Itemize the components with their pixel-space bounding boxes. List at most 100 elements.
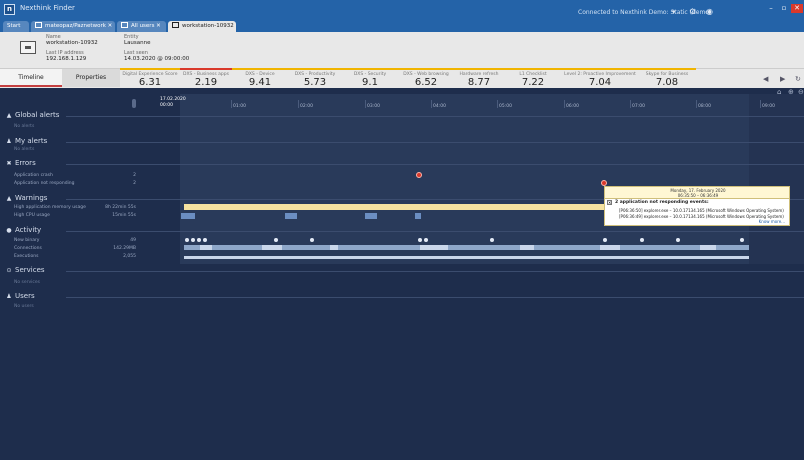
- binary-event-dot[interactable]: [310, 238, 314, 242]
- hour-label: 05:00: [499, 104, 512, 109]
- connection-dropdown-icon[interactable]: ▾: [672, 8, 676, 16]
- device-ip: 192.168.1.129: [46, 56, 87, 62]
- tab-workstation[interactable]: workstation-10932 ✕: [168, 21, 236, 32]
- binary-event-dot[interactable]: [418, 238, 422, 242]
- hour-label: 06:00: [566, 104, 579, 109]
- activity-row-label[interactable]: Executions: [14, 254, 38, 259]
- executions-bar[interactable]: [184, 256, 749, 259]
- users-empty: No users: [14, 304, 34, 309]
- score-skype[interactable]: Skype for Business 7.08: [638, 68, 696, 88]
- connections-segment: [600, 245, 620, 250]
- connections-segment: [420, 245, 448, 250]
- maximize-button[interactable]: ▫: [778, 4, 790, 13]
- collapse-icon[interactable]: ✕: [607, 200, 612, 205]
- section-global-alerts[interactable]: ▲ Global alerts: [5, 111, 60, 119]
- section-services[interactable]: ⊙ Services: [5, 266, 44, 274]
- binary-event-dot[interactable]: [640, 238, 644, 242]
- binary-event-dot[interactable]: [191, 238, 195, 242]
- hour-tick: [431, 100, 432, 108]
- binary-event-dot[interactable]: [740, 238, 744, 242]
- binary-event-dot[interactable]: [274, 238, 278, 242]
- section-warnings[interactable]: ▲ Warnings: [5, 194, 48, 202]
- settings-icon[interactable]: ⚙: [689, 7, 696, 16]
- minimize-button[interactable]: –: [765, 4, 777, 13]
- section-activity[interactable]: ● Activity: [5, 226, 41, 234]
- home-icon[interactable]: ⌂: [777, 88, 781, 96]
- binary-event-dot[interactable]: [424, 238, 428, 242]
- tab-timeline[interactable]: Timeline: [0, 69, 62, 87]
- score-business-apps[interactable]: DXS - Business apps 2.19: [180, 68, 232, 88]
- services-icon: ⊙: [6, 267, 12, 274]
- section-divider: [66, 231, 804, 232]
- cpu-usage-block[interactable]: [415, 213, 421, 219]
- score-productivity[interactable]: DXS - Productivity 5.73: [288, 68, 342, 88]
- scroll-left-icon[interactable]: ◀: [763, 75, 768, 83]
- warning-row-label[interactable]: High CPU usage: [14, 213, 50, 218]
- zoom-in-icon[interactable]: ⊕: [788, 88, 794, 96]
- help-icon[interactable]: ◉: [706, 7, 713, 16]
- connections-segment: [262, 245, 282, 250]
- binary-event-dot[interactable]: [603, 238, 607, 242]
- activity-row-label[interactable]: Connections: [14, 246, 42, 251]
- crash-event-marker[interactable]: [416, 172, 422, 178]
- warning-row-value: 8h 22min 55s: [105, 205, 136, 210]
- section-errors[interactable]: ✖ Errors: [5, 159, 35, 167]
- section-users[interactable]: ♟ Users: [5, 292, 34, 300]
- hour-tick: [564, 100, 565, 108]
- timeline-future: [749, 94, 804, 264]
- section-divider: [66, 297, 804, 298]
- cpu-usage-block[interactable]: [365, 213, 377, 219]
- nexthink-logo-icon: n: [4, 4, 15, 15]
- tab-properties[interactable]: Properties: [62, 69, 120, 87]
- score-security[interactable]: DXS - Security 9.1: [342, 68, 398, 88]
- hour-tick: [365, 100, 366, 108]
- know-more-link[interactable]: Know more...: [759, 219, 785, 224]
- workstation-icon: [20, 41, 36, 54]
- section-divider: [66, 271, 804, 272]
- warning-row-value: 15min 55s: [112, 213, 136, 218]
- score-hardware-refresh[interactable]: Hardware refresh 8.77: [454, 68, 504, 88]
- services-empty: No services: [14, 280, 41, 285]
- tab-mateopaz[interactable]: mateopaz/Paznetwork ✕: [31, 21, 115, 32]
- error-row-label[interactable]: Application crash: [14, 173, 53, 178]
- zoom-out-icon[interactable]: ⊖: [798, 88, 804, 96]
- cpu-usage-block[interactable]: [181, 213, 195, 219]
- score-device[interactable]: DXS - Device 9.41: [232, 68, 288, 88]
- hour-label: 09:00: [762, 104, 775, 109]
- binary-event-dot[interactable]: [197, 238, 201, 242]
- device-info-bar: [0, 32, 804, 68]
- score-proactive-improvement[interactable]: Level 2: Proactive Improvement 7.04: [562, 68, 638, 88]
- scroll-right-icon[interactable]: ▶: [780, 75, 785, 83]
- score-web-browsing[interactable]: DXS - Web browsing 6.52: [398, 68, 454, 88]
- refresh-icon[interactable]: ↻: [795, 75, 801, 83]
- activity-row-label[interactable]: New binary: [14, 238, 39, 243]
- hour-tick: [298, 100, 299, 108]
- hour-tick: [760, 100, 761, 108]
- binary-event-dot[interactable]: [490, 238, 494, 242]
- hour-label: 02:00: [300, 104, 313, 109]
- warning-row-label[interactable]: High application memory usage: [14, 205, 86, 210]
- score-l1-checklist[interactable]: L1 Checklist 7.22: [504, 68, 562, 88]
- section-my-alerts[interactable]: ♟ My alerts: [5, 137, 47, 145]
- binary-event-dot[interactable]: [185, 238, 189, 242]
- timeline-canvas[interactable]: [180, 94, 749, 264]
- tooltip-title: 2 application not responding events:: [615, 200, 709, 205]
- global-alerts-empty: No alerts: [14, 124, 35, 129]
- zoom-handle[interactable]: [132, 99, 136, 108]
- error-row-label[interactable]: Application not responding: [14, 181, 75, 186]
- tab-all-users[interactable]: All users ✕: [117, 21, 166, 32]
- connections-segment: [200, 245, 212, 250]
- close-button[interactable]: ✕: [791, 4, 803, 13]
- binary-event-dot[interactable]: [676, 238, 680, 242]
- tooltip-body: ✕ 2 application not responding events: […: [604, 198, 790, 226]
- cpu-usage-block[interactable]: [285, 213, 297, 219]
- binary-event-dot[interactable]: [203, 238, 207, 242]
- score-dxs[interactable]: Digital Experience Score 6.31: [120, 68, 180, 88]
- hour-label: 08:00: [698, 104, 711, 109]
- tab-start[interactable]: Start: [3, 21, 29, 32]
- section-divider: [66, 164, 804, 165]
- hour-tick: [696, 100, 697, 108]
- device-name: workstation-10932: [46, 40, 98, 46]
- activity-row-value: 2,055: [123, 254, 136, 259]
- hour-label: 04:00: [433, 104, 446, 109]
